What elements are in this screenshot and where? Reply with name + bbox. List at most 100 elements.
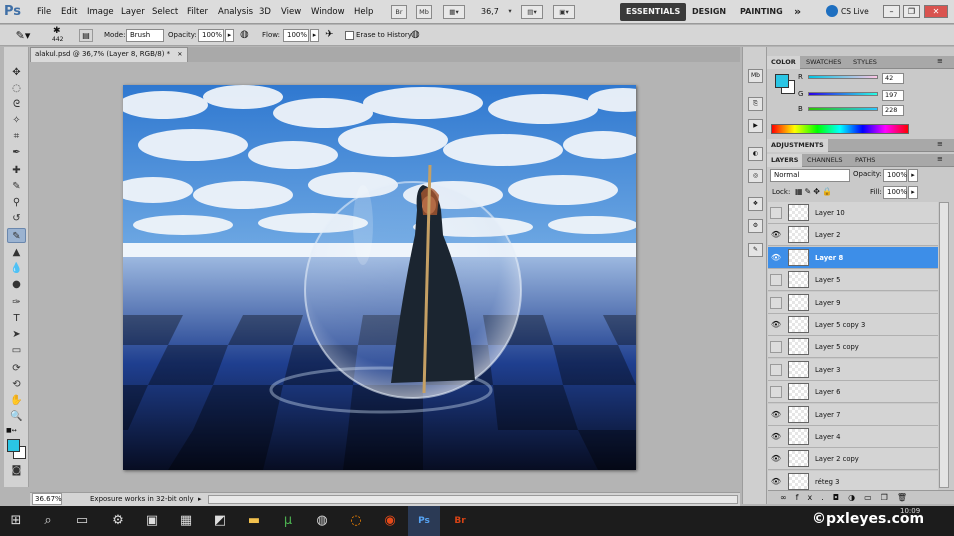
document-tab[interactable]: alakul.psd @ 36,7% (Layer 8, RGB/8) * ✕ [30,47,188,62]
history-panel-icon[interactable]: ⎘ [748,97,763,111]
utorrent-icon[interactable]: µ [272,506,304,536]
mode-select[interactable]: Brush [126,29,164,42]
menu-select[interactable]: Select [152,0,178,24]
menu-image[interactable]: Image [87,0,114,24]
layer-row[interactable]: Layer 5 copy [768,336,938,359]
color-fg-swatch[interactable] [775,74,789,88]
visibility-eye-icon[interactable]: 👁 [770,409,782,421]
layer-row[interactable]: Layer 6 [768,381,938,404]
erase-to-history-checkbox[interactable] [345,31,354,40]
zoom-dropdown-icon[interactable]: ▾ [505,5,515,19]
flow-input[interactable]: 100% [283,29,309,42]
3d-rotate-tool-icon[interactable]: ⟳ [7,361,26,376]
clone-stamp-tool-icon[interactable]: ⚲ [7,195,26,210]
menu-view[interactable]: View [281,0,301,24]
app-swirl-icon[interactable]: ◌ [340,506,372,536]
search-icon[interactable]: ⌕ [32,506,64,536]
tool-preset-brush-icon[interactable]: ✎▾ [10,28,36,43]
b-value-input[interactable]: 228 [882,105,904,116]
marquee-tool-icon[interactable]: ◌ [7,81,26,96]
layer-row[interactable]: Layer 3 [768,358,938,381]
browser-globe-icon[interactable]: ◍ [306,506,338,536]
visibility-eye-icon[interactable]: 👁 [770,453,782,465]
r-value-input[interactable]: 42 [882,73,904,84]
3d-orbit-tool-icon[interactable]: ⟲ [7,377,26,392]
restore-button[interactable]: ❐ [903,5,920,18]
tab-channels[interactable]: CHANNELS [803,154,846,167]
workspace-painting[interactable]: PAINTING [734,3,789,21]
visibility-off-icon[interactable] [770,363,782,376]
airbrush-icon[interactable]: ✈ [325,29,333,40]
menu-3d[interactable]: 3D [259,0,271,24]
layer-row[interactable]: Layer 9 [768,291,938,314]
visibility-eye-icon[interactable]: 👁 [770,431,782,443]
menu-file[interactable]: File [37,0,51,24]
arrange-documents-button[interactable]: ▤▾ [521,5,543,19]
menu-help[interactable]: Help [354,0,373,24]
task-view-icon[interactable]: ▭ [66,506,98,536]
visibility-eye-icon[interactable]: 👁 [770,476,782,488]
visibility-eye-icon[interactable]: 👁 [770,319,782,331]
adjustments-menu-icon[interactable]: ≡ [937,140,943,148]
type-tool-icon[interactable]: T [7,311,26,326]
quick-select-tool-icon[interactable]: ✧ [7,113,26,128]
tablet-opacity-icon[interactable]: ◍ [240,29,249,40]
layer-row[interactable]: 👁 Layer 4 [768,426,938,448]
pen-tool-icon[interactable]: ✑ [7,295,26,310]
visibility-off-icon[interactable] [770,386,782,399]
menu-window[interactable]: Window [311,0,345,24]
opacity-arrow-icon[interactable]: ▸ [225,29,234,42]
channels-panel-icon[interactable]: ⚙ [748,219,763,233]
history-brush-tool-icon[interactable]: ↺ [7,211,26,226]
layer-row[interactable]: 👁 Layer 5 copy 3 [768,314,938,336]
brush-size[interactable]: 442 [52,36,63,43]
paths-panel-icon[interactable]: ✎ [748,243,763,257]
menu-edit[interactable]: Edit [61,0,77,24]
layer-row[interactable]: 👁 Layer 8 [768,246,938,269]
g-value-input[interactable]: 197 [882,90,904,101]
tab-layers[interactable]: LAYERS [767,154,803,167]
flow-arrow-icon[interactable]: ▸ [310,29,319,42]
bridge-button[interactable]: Br [391,5,407,19]
visibility-off-icon[interactable] [770,341,782,354]
file-explorer-icon[interactable]: ▬ [238,506,270,536]
menu-analysis[interactable]: Analysis [218,0,253,24]
tab-color[interactable]: COLOR [767,56,800,69]
layers-panel-icon[interactable]: ❖ [748,197,763,211]
hand-tool-icon[interactable]: ✋ [7,393,26,408]
start-button-icon[interactable]: ⊞ [0,506,32,536]
screen-mode-button[interactable]: ▣▾ [553,5,575,19]
close-button[interactable]: ✕ [924,5,948,18]
new-adjustment-icon[interactable]: ◑ [848,493,864,502]
layers-scrollbar[interactable] [939,202,949,488]
move-tool-icon[interactable]: ✥ [7,65,26,80]
adjustments-panel-icon[interactable]: ◐ [748,147,763,161]
visibility-off-icon[interactable] [770,207,782,219]
fill-input[interactable]: 100% [883,186,907,199]
document-close-icon[interactable]: ✕ [177,51,182,58]
zoom-level[interactable]: 36,7 [481,5,499,19]
tab-paths[interactable]: PATHS [851,154,879,167]
layer-row[interactable]: 👁 Layer 7 [768,403,938,426]
visibility-eye-icon[interactable]: 👁 [770,252,782,264]
color-spectrum-ramp[interactable] [771,124,909,134]
lasso-tool-icon[interactable]: ᘓ [7,97,26,112]
tablet-size-icon[interactable]: ◍ [411,29,420,40]
layer-row[interactable]: 👁 Layer 2 [768,224,938,247]
blend-mode-select[interactable]: Normal [770,169,850,182]
photo-app-icon[interactable]: ◩ [204,506,236,536]
horizontal-scrollbar[interactable] [208,495,738,504]
quick-mask-icon[interactable]: ◙ [7,463,26,478]
crop-tool-icon[interactable]: ⌗ [7,129,26,144]
brush-tip-icon[interactable]: ✱ [53,26,61,36]
visibility-off-icon[interactable] [770,296,782,309]
view-extras-button[interactable]: ▦▾ [443,5,465,19]
workspace-design[interactable]: DESIGN [686,3,732,21]
blur-tool-icon[interactable]: 💧 [7,261,26,276]
g-slider[interactable] [808,92,878,96]
workspace-more-button[interactable]: » [788,3,807,21]
calculator-icon[interactable]: ▦ [170,506,202,536]
visibility-off-icon[interactable] [770,274,782,287]
status-menu-arrow-icon[interactable]: ▸ [198,493,202,506]
opacity-input[interactable]: 100% [198,29,224,42]
